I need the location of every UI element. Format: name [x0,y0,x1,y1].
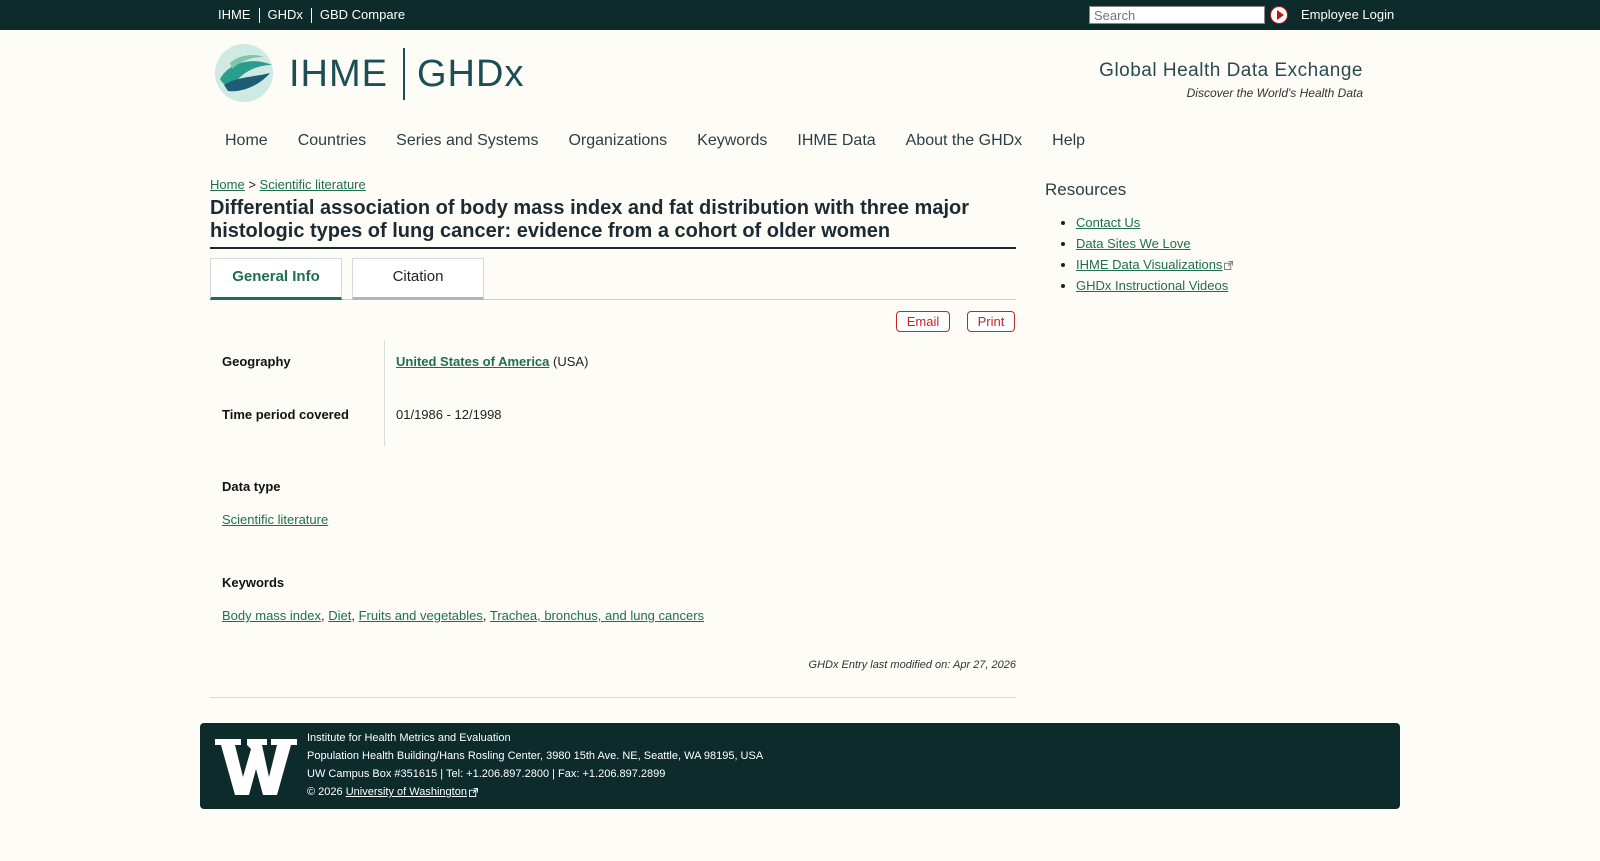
nav-item-home[interactable]: Home [210,132,283,150]
footer-address: Population Health Building/Hans Rosling … [307,750,764,762]
ihme-logo-icon[interactable] [214,43,276,103]
data-type-link[interactable]: Scientific literature [222,512,328,527]
last-modified: GHDx Entry last modified on: Apr 27, 202… [808,659,1016,671]
resources-list: Contact Us Data Sites We Love IHME Data … [1076,215,1234,299]
geography-value: United States of America (USA) [396,354,588,369]
resource-data-sites[interactable]: Data Sites We Love [1076,236,1191,251]
info-table: Geography United States of America (USA)… [210,340,1016,446]
footer-contact: UW Campus Box #351615 | Tel: +1.206.897.… [307,768,666,780]
keywords-list: Body mass index, Diet, Fruits and vegeta… [222,608,705,623]
keyword-link[interactable]: Fruits and vegetables [359,608,483,623]
breadcrumb: Home > Scientific literature [210,177,366,192]
external-link-icon [1224,261,1234,271]
keyword-link[interactable]: Diet [328,608,351,623]
top-link-ihme[interactable]: IHME [218,7,259,23]
tab-bar: General Info Citation [210,258,1016,300]
page-title: Differential association of body mass in… [210,197,1016,249]
search-submit-button[interactable] [1270,6,1288,24]
resources-title: Resources [1045,180,1127,199]
footer-uw-link[interactable]: University of Washington [346,786,467,798]
footer-institute: Institute for Health Metrics and Evaluat… [307,732,511,744]
brand-divider [403,48,405,100]
nav-item-organizations[interactable]: Organizations [553,132,682,150]
keyword-link[interactable]: Trachea, bronchus, and lung cancers [490,608,704,623]
brand-ihme[interactable]: IHME [289,53,388,96]
top-links: IHME GHDx GBD Compare [218,7,413,23]
time-period-value: 01/1986 - 12/1998 [396,407,502,422]
university-of-washington-w-logo-icon[interactable] [215,739,297,795]
footer-copyright-line: © 2026 University of Washington [307,783,763,801]
nav-item-ihme-data[interactable]: IHME Data [782,132,890,150]
list-item: IHME Data Visualizations [1076,257,1234,272]
search-input[interactable] [1089,6,1265,24]
geography-label: Geography [222,354,291,369]
info-divider [384,340,385,446]
data-type-label: Data type [222,479,281,494]
list-item: Data Sites We Love [1076,236,1233,251]
print-button[interactable]: Print [967,311,1015,332]
brand-ghdx[interactable]: GHDx [417,53,524,96]
resource-instructional-videos[interactable]: GHDx Instructional Videos [1076,278,1228,293]
nav-item-series-and-systems[interactable]: Series and Systems [381,132,553,150]
play-arrow-icon [1277,10,1284,20]
external-link-icon [468,787,478,797]
list-item: Contact Us [1076,215,1233,230]
nav-item-countries[interactable]: Countries [283,132,381,150]
tab-general-info[interactable]: General Info [210,258,342,300]
tagline-subtitle: Discover the World's Health Data [1186,86,1363,100]
time-period-label: Time period covered [222,407,349,422]
keyword-link[interactable]: Body mass index [222,608,321,623]
nav-item-about[interactable]: About the GHDx [891,132,1038,150]
breadcrumb-separator: > [248,177,256,192]
top-link-gbd-compare[interactable]: GBD Compare [312,7,413,23]
nav-item-keywords[interactable]: Keywords [682,132,782,150]
geography-suffix: (USA) [553,354,589,369]
nav-item-help[interactable]: Help [1037,132,1100,150]
breadcrumb-home[interactable]: Home [210,177,245,192]
resource-contact-us[interactable]: Contact Us [1076,215,1140,230]
tagline-title: Global Health Data Exchange [1099,60,1363,81]
geography-link[interactable]: United States of America [396,354,549,369]
breadcrumb-current[interactable]: Scientific literature [260,177,366,192]
tab-citation[interactable]: Citation [352,258,484,300]
top-bar: IHME GHDx GBD Compare Employee Login [0,0,1600,30]
employee-login-link[interactable]: Employee Login [1301,7,1394,22]
top-link-ghdx[interactable]: GHDx [260,7,311,23]
list-item: GHDx Instructional Videos [1076,278,1233,293]
data-type-value: Scientific literature [222,512,328,527]
footer-text: Institute for Health Metrics and Evaluat… [307,729,763,801]
footer: Institute for Health Metrics and Evaluat… [200,723,1400,809]
content-bottom-divider [210,697,1016,698]
email-button[interactable]: Email [896,311,950,332]
resource-ihme-visualizations[interactable]: IHME Data Visualizations [1076,257,1222,272]
keywords-label: Keywords [222,575,285,590]
main-nav: Home Countries Series and Systems Organi… [210,132,1100,150]
footer-copyright: © 2026 [307,786,343,798]
